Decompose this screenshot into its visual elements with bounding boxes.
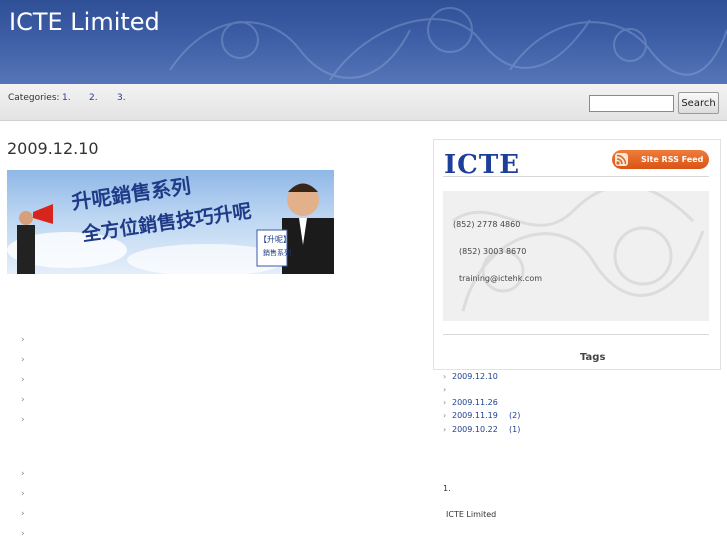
category-link-2[interactable]: 2. xyxy=(89,93,98,103)
list-bullet[interactable]: › xyxy=(21,529,25,539)
category-link-3[interactable]: 3. xyxy=(117,93,126,103)
tag-link[interactable]: 2009.11.19 xyxy=(452,411,498,420)
tag-count: (2) xyxy=(509,411,521,420)
categories-label: Categories: xyxy=(8,93,60,103)
banner-book-sub: 銷售系列 xyxy=(263,249,291,257)
list-bullet[interactable]: › xyxy=(21,489,25,499)
tag-arrow-icon: › xyxy=(443,411,447,420)
list-bullet[interactable]: › xyxy=(21,509,25,519)
tag-link[interactable]: 2009.11.26 xyxy=(452,398,498,407)
search-button[interactable]: Search xyxy=(678,92,719,114)
tag-arrow-icon: › xyxy=(443,385,447,394)
post-banner-image[interactable]: 升呢銷售系列 全方位銷售技巧升呢 【升呢】 銷售系列 xyxy=(7,170,334,274)
banner-book-label: 【升呢】 xyxy=(259,235,291,244)
sidebar-divider xyxy=(443,176,709,177)
tag-link[interactable]: 2009.12.10 xyxy=(452,372,498,381)
contact-phone-2: (852) 3003 8670 xyxy=(459,247,527,256)
site-title[interactable]: ICTE Limited xyxy=(9,8,160,36)
contact-phone-1: (852) 2778 4860 xyxy=(453,220,521,229)
list-bullet[interactable]: › xyxy=(21,415,25,425)
list-bullet[interactable]: › xyxy=(21,395,25,405)
tags-title: Tags xyxy=(580,352,606,363)
tag-arrow-icon: › xyxy=(443,372,447,381)
tag-arrow-icon: › xyxy=(443,398,447,407)
header-pattern xyxy=(169,7,727,81)
rss-label: Site RSS Feed xyxy=(641,155,704,164)
sidebar-divider xyxy=(443,334,709,335)
tag-count: (1) xyxy=(509,425,521,434)
list-bullet[interactable]: › xyxy=(21,375,25,385)
list-bullet[interactable]: › xyxy=(21,355,25,365)
rss-icon xyxy=(615,153,628,166)
list-bullet[interactable]: › xyxy=(21,469,25,479)
rss-feed-button[interactable]: Site RSS Feed xyxy=(612,150,709,169)
category-link-1[interactable]: 1. xyxy=(62,93,71,103)
search-input[interactable] xyxy=(589,95,674,112)
contact-email[interactable]: training@ictehk.com xyxy=(459,274,542,283)
footer-number: 1. xyxy=(443,484,451,493)
tag-arrow-icon: › xyxy=(443,425,447,434)
list-bullet[interactable]: › xyxy=(21,335,25,345)
footer-company-name: ICTE Limited xyxy=(446,510,497,519)
site-header: ICTE Limited xyxy=(0,0,727,84)
post-date-title[interactable]: 2009.12.10 xyxy=(7,139,99,158)
contact-card: (852) 2778 4860 (852) 3003 8670 training… xyxy=(443,191,709,321)
tag-link[interactable]: 2009.10.22 xyxy=(452,425,498,434)
contact-card-pattern xyxy=(452,191,705,312)
